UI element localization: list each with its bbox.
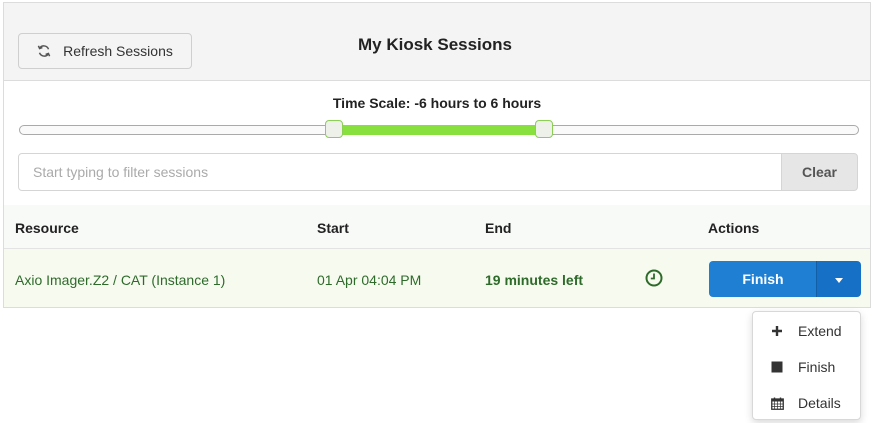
page-title: My Kiosk Sessions [358, 35, 513, 54]
table-header: Resource Start End Actions [4, 205, 870, 249]
time-scale-label: Time Scale: -6 hours to 6 hours [332, 95, 542, 111]
refresh-sessions-label: Refresh Sessions [63, 43, 173, 59]
refresh-sessions-button[interactable]: Refresh Sessions [18, 33, 192, 69]
dropdown-item-label: Details [798, 395, 841, 411]
dropdown-item-label: Extend [798, 323, 842, 339]
dropdown-item-finish[interactable]: Finish [753, 350, 860, 384]
time-scale-slider[interactable] [19, 120, 859, 138]
panel-header: Refresh Sessions My Kiosk Sessions [4, 3, 870, 81]
column-header-end: End [485, 220, 512, 236]
session-end: 19 minutes left [485, 272, 584, 288]
plus-icon [770, 324, 784, 338]
column-header-resource: Resource [15, 220, 79, 236]
stop-icon [770, 360, 784, 374]
session-start: 01 Apr 04:04 PM [317, 272, 422, 288]
caret-down-icon [835, 270, 843, 288]
actions-dropdown-toggle[interactable] [816, 261, 861, 297]
calendar-icon [770, 396, 784, 410]
column-header-actions: Actions [708, 220, 760, 236]
sessions-panel: Refresh Sessions My Kiosk Sessions Time … [3, 2, 871, 308]
dropdown-item-label: Finish [798, 359, 836, 375]
session-resource: Axio Imager.Z2 / CAT (Instance 1) [15, 272, 226, 288]
filter-group: Clear [18, 153, 858, 191]
clock-icon [645, 269, 663, 287]
filter-sessions-input[interactable] [18, 153, 782, 191]
dropdown-item-details[interactable]: Details [753, 386, 860, 420]
time-scale-start-handle[interactable] [325, 120, 344, 138]
actions-dropdown-menu: Extend Finish Details [752, 311, 861, 420]
time-scale-end-handle[interactable] [534, 120, 553, 138]
dropdown-item-extend[interactable]: Extend [753, 314, 860, 348]
clear-filter-button[interactable]: Clear [781, 153, 858, 191]
time-scale-range [334, 125, 544, 135]
refresh-icon [37, 44, 51, 58]
finish-session-button[interactable]: Finish [709, 261, 817, 297]
table-row: Axio Imager.Z2 / CAT (Instance 1) 01 Apr… [4, 249, 870, 307]
column-header-start: Start [317, 220, 349, 236]
